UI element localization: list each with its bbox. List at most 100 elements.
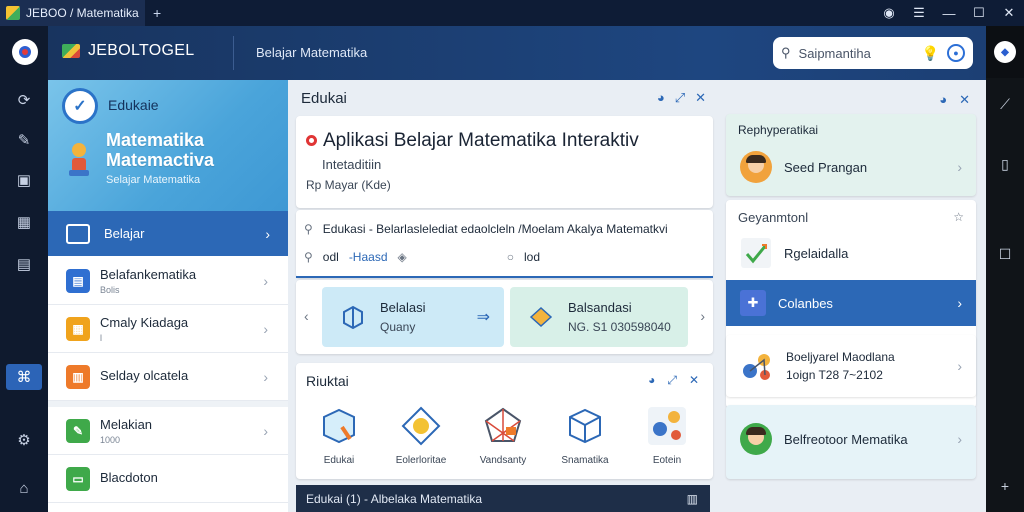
option-title: Balsandasi [568,300,632,315]
option-belalasi[interactable]: Belalasi Quany ⇒ [322,287,504,347]
brand[interactable]: JEBOLTOGEL [62,42,194,60]
search-box[interactable]: ⚲ 💡 ● [773,37,973,69]
image-icon[interactable]: ▣ [14,170,34,190]
sidebar-item[interactable]: ▥ Selday olcatela › [48,353,288,401]
tool-item[interactable]: Eolerloritae [386,405,456,466]
sidebar: ✓ Edukaie Matematika Matemactiva Selajar… [48,80,288,512]
diamond-icon [401,406,441,446]
sidebar-item-label: Blacdoton [100,469,158,485]
course-info-a: odl [322,250,339,264]
chevron-right-icon: › [263,368,268,385]
tutor-row: Belfreotoor Mematika › [726,421,976,457]
menu-icon[interactable]: ☰ [904,0,934,26]
list-item[interactable]: Rgelaidalla [726,234,976,272]
sidebar-item[interactable]: ✎ Melakian 1000 › [48,407,288,455]
search-input[interactable] [798,45,899,61]
chart-icon: ▥ [66,364,90,389]
sidebar-item-sub: l [100,332,102,343]
mascot-icon [69,143,89,176]
refresh-icon[interactable]: ⟳ [14,90,34,110]
user-icon[interactable]: ● [947,44,965,62]
profile-avatar[interactable] [12,39,38,65]
minimize-button[interactable]: — [934,0,964,26]
list-heading: Geyanmtonl [738,210,809,225]
expand-icon[interactable]: ⤢ [667,373,677,388]
sidebar-item-label: Selday olcatela [100,367,189,383]
apps-icon[interactable]: ⌘ [6,364,42,390]
course-title: Aplikasi Belajar Matematika Interaktiv [306,130,639,152]
record-icon[interactable]: ◉ [874,0,904,26]
lightbulb-icon[interactable]: 💡 [922,45,939,62]
tool-item[interactable]: Vandsanty [468,405,538,466]
chevron-right-icon: › [957,159,962,175]
tool-label: Edukai [323,455,355,466]
book-icon[interactable]: ▥ [687,492,698,506]
expand-icon[interactable]: ⤢ [675,90,685,106]
star-icon[interactable]: ☆ [953,210,964,224]
close-icon[interactable]: ✕ [695,90,706,106]
search-icon: ⚲ [781,45,791,60]
chevron-right-icon: › [957,358,962,374]
brand-name: JEBOLTOGEL [88,42,195,59]
calculator-icon: ▦ [66,316,90,341]
circle-icon: ○ [506,250,514,264]
right-icon-rail: ◆ ⟋ ▯ ☐ + [986,26,1024,512]
chevron-right-icon: › [263,422,268,439]
close-icon[interactable]: ✕ [959,92,970,108]
tool-item[interactable]: Edukai [304,405,374,466]
course-card[interactable]: Aplikasi Belajar Matematika Interaktiv I… [296,116,713,208]
cube-icon [343,305,363,330]
app-tab[interactable]: JEBOO / Matematika [0,0,145,26]
share-icon[interactable]: ◕ [648,373,655,388]
course-tile[interactable]: Boeljyarel Maodlana 1oign T28 7~2102 › [726,335,976,397]
hero-badge-label: Edukaie [108,97,159,113]
sidebar-item-belajar[interactable]: Belajar › [48,211,288,256]
chevron-left-icon[interactable]: ‹ [304,308,309,324]
maximize-button[interactable]: ☐ [964,0,994,26]
tool-item[interactable]: Eotein [632,405,702,466]
course-tile-sub: 1oign T28 7~2102 [786,368,883,382]
grid-icon[interactable]: ▦ [14,212,34,232]
option-balsandasi[interactable]: Balsandasi NG. S1 030598040 [510,287,688,347]
tool-label: Eolerloritae [395,455,447,466]
course-tile-row: Boeljyarel Maodlana 1oign T28 7~2102 › [726,347,976,385]
avatar [740,151,772,183]
options-card: ‹ Belalasi Quany ⇒ Balsandasi NG. S1 03059… [296,280,713,354]
course-info-text: Edukasi - Belarlaslelediat edaolcleln /M… [322,222,668,236]
molecule-icon [743,354,770,380]
share-icon[interactable]: ◕ [939,92,947,108]
home-icon[interactable]: ⌂ [14,478,34,498]
sidebar-hero: ✓ Edukaie Matematika Matemactiva Selajar… [48,80,288,211]
tool-label: Vandsanty [479,455,527,466]
tool-label: Snamatika [561,455,609,466]
polyhedron-icon [484,407,522,442]
window-icon[interactable]: ☐ [995,244,1015,264]
add-icon[interactable]: + [995,476,1015,496]
box-icon [569,408,601,444]
course-info-b[interactable]: -Haasd [349,250,388,264]
close-icon[interactable]: ✕ [689,373,699,388]
tab-title: JEBOO / Matematika [26,6,139,20]
phone-icon[interactable]: ▯ [995,154,1015,174]
add-tab-button[interactable]: + [153,5,161,21]
hero-title: Matematika Matemactiva [106,130,214,170]
sidebar-item[interactable]: ▤ Belafankematika Bolis › [48,257,288,305]
book-icon[interactable]: ▤ [14,254,34,274]
settings-icon[interactable]: ⚙ [14,430,34,450]
notification-icon[interactable]: ◆ [994,41,1016,63]
sidebar-item-label: Cmaly Kiadaga [100,314,189,330]
course-info-card: ⚲ Edukasi - Belarlaslelediat edaolcleln … [296,210,713,278]
sidebar-item[interactable]: ▦ Cmaly Kiadaga l › [48,305,288,353]
edit-icon[interactable]: ✎ [14,130,34,150]
profile-row[interactable]: Seed Prangan › [726,150,976,184]
tutor-card[interactable]: Belfreotoor Mematika › [726,405,976,479]
list-item-active[interactable]: ✚ Colanbes › [726,280,976,326]
hero-subtitle: Selajar Matematika [106,174,201,186]
tool-item[interactable]: Snamatika [550,405,620,466]
sidebar-item[interactable]: ▭ Blacdoton [48,455,288,503]
back-icon[interactable]: ⟋ [995,94,1015,114]
share-icon[interactable]: ◕ [657,90,665,106]
close-button[interactable]: ✕ [994,0,1024,26]
chevron-right-icon[interactable]: › [700,308,705,324]
chevron-right-icon: › [263,272,268,289]
